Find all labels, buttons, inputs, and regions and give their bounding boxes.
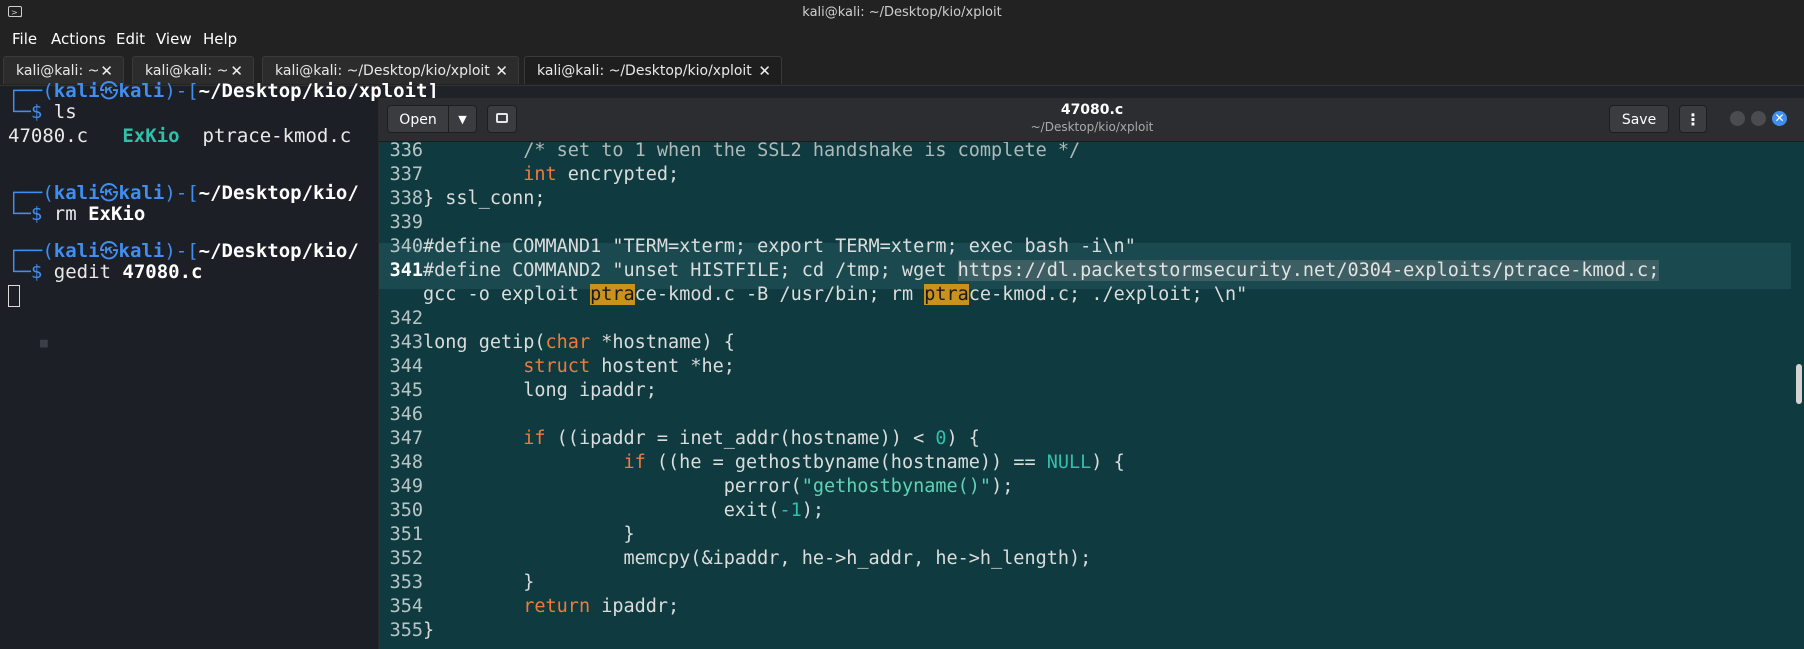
gedit-window: Open ▼ 47080.c ~/Desktop/kio/xploit Save… <box>378 98 1804 649</box>
ghost-decoration: ■ <box>40 336 48 351</box>
code-line: if ((ipaddr = inet_addr(hostname)) < 0) … <box>523 428 980 449</box>
code-line: perror("gethostbyname()"); <box>723 476 1014 497</box>
terminal-area[interactable]: ■ ┌──(kali㉿kali)-[~/Desktop/kio/xploit] … <box>0 80 439 649</box>
line-number: 354 <box>389 596 423 617</box>
line-number: 355 <box>389 620 423 641</box>
line-number: 343 <box>389 332 423 353</box>
command-line: └─$ gedit 47080.c <box>8 261 203 283</box>
menu-actions[interactable]: Actions <box>51 30 106 48</box>
line-number: 339 <box>389 212 423 233</box>
code-line: #define COMMAND1 "TERM=xterm; export TER… <box>423 236 1136 257</box>
code-line: } ssl_conn; <box>423 188 546 209</box>
code-line: /* set to 1 when the SSL2 handshake is c… <box>523 142 1081 161</box>
line-number: 342 <box>389 308 423 329</box>
line-number: 338 <box>389 188 423 209</box>
line-number: 348 <box>389 452 423 473</box>
menu-help[interactable]: Help <box>203 30 237 48</box>
line-number-current: 341 <box>389 260 423 281</box>
line-number: 346 <box>389 404 423 425</box>
window-title: kali@kali: ~/Desktop/kio/xploit <box>802 5 1002 20</box>
code-line: } <box>423 620 435 641</box>
ls-output: 47080.c ExKio ptrace-kmod.c <box>8 125 352 147</box>
code-line: return ipaddr; <box>523 596 680 617</box>
scrollbar-thumb[interactable] <box>1796 364 1802 404</box>
save-button[interactable]: Save <box>1609 105 1669 133</box>
prompt-line: ┌──(kali㉿kali)-[~/Desktop/kio/ <box>8 182 359 204</box>
maximize-button[interactable] <box>1751 111 1766 126</box>
code-line: } <box>523 572 535 593</box>
gedit-headerbar: Open ▼ 47080.c ~/Desktop/kio/xploit Save… <box>379 98 1804 142</box>
menu-edit[interactable]: Edit <box>116 30 145 48</box>
hamburger-menu-button[interactable]: ⋮ <box>1679 105 1707 133</box>
code-line: long getip(char *hostname) { <box>423 332 735 353</box>
close-icon[interactable]: ✕ <box>495 57 508 85</box>
line-number: 340 <box>389 236 423 257</box>
terminal-cursor <box>8 285 20 307</box>
code-line-current: #define COMMAND2 "unset HISTFILE; cd /tm… <box>423 260 1660 281</box>
code-line: int encrypted; <box>523 164 680 185</box>
line-number: 350 <box>389 500 423 521</box>
command-line: └─$ rm ExKio <box>8 203 146 225</box>
line-number: 352 <box>389 548 423 569</box>
menu-file[interactable]: File <box>12 30 37 48</box>
search-match: ptra <box>924 284 969 305</box>
line-number: 337 <box>389 164 423 185</box>
line-number: 349 <box>389 476 423 497</box>
window-titlebar: >_ kali@kali: ~/Desktop/kio/xploit <box>0 0 1804 26</box>
line-number: 336 <box>389 142 423 161</box>
terminal-icon: >_ <box>8 6 22 17</box>
document-title: 47080.c <box>1060 102 1124 118</box>
tab-label: kali@kali: ~/Desktop/kio/xploit <box>537 63 752 79</box>
close-window-button[interactable]: ✕ <box>1772 111 1787 126</box>
line-number: 344 <box>389 356 423 377</box>
line-number: 351 <box>389 524 423 545</box>
code-editor[interactable]: 336 337 338 339 340 341 342 343 344 345 … <box>379 142 1791 649</box>
line-number: 347 <box>389 428 423 449</box>
selected-url: https://dl.packetstormsecurity.net/0304-… <box>957 260 1649 281</box>
scrollbar[interactable] <box>1793 142 1804 649</box>
code-line: long ipaddr; <box>523 380 657 401</box>
menu-view[interactable]: View <box>156 30 192 48</box>
menubar: File Actions Edit View Help <box>0 26 1804 53</box>
command-line: └─$ ls <box>8 101 77 123</box>
line-number: 353 <box>389 572 423 593</box>
code-line: exit(-1); <box>723 500 824 521</box>
code-line: } <box>623 524 635 545</box>
code-line: memcpy(&ipaddr, he->h_addr, he->h_length… <box>623 548 1092 569</box>
code-line: if ((he = gethostbyname(hostname)) == NU… <box>623 452 1125 473</box>
prompt-line: ┌──(kali㉿kali)-[~/Desktop/kio/ <box>8 240 359 262</box>
minimize-button[interactable] <box>1730 111 1745 126</box>
code-line: struct hostent *he; <box>523 356 735 377</box>
close-icon[interactable]: ✕ <box>758 57 771 85</box>
search-match: ptra <box>590 284 635 305</box>
tab-4-active[interactable]: kali@kali: ~/Desktop/kio/xploit ✕ <box>524 56 782 84</box>
document-path: ~/Desktop/kio/xploit <box>1030 120 1154 134</box>
prompt-line: ┌──(kali㉿kali)-[~/Desktop/kio/xploit] <box>8 80 439 102</box>
code-line-wrapped: gcc -o exploit ptrace-kmod.c -B /usr/bin… <box>423 284 1248 305</box>
line-number: 345 <box>389 380 423 401</box>
